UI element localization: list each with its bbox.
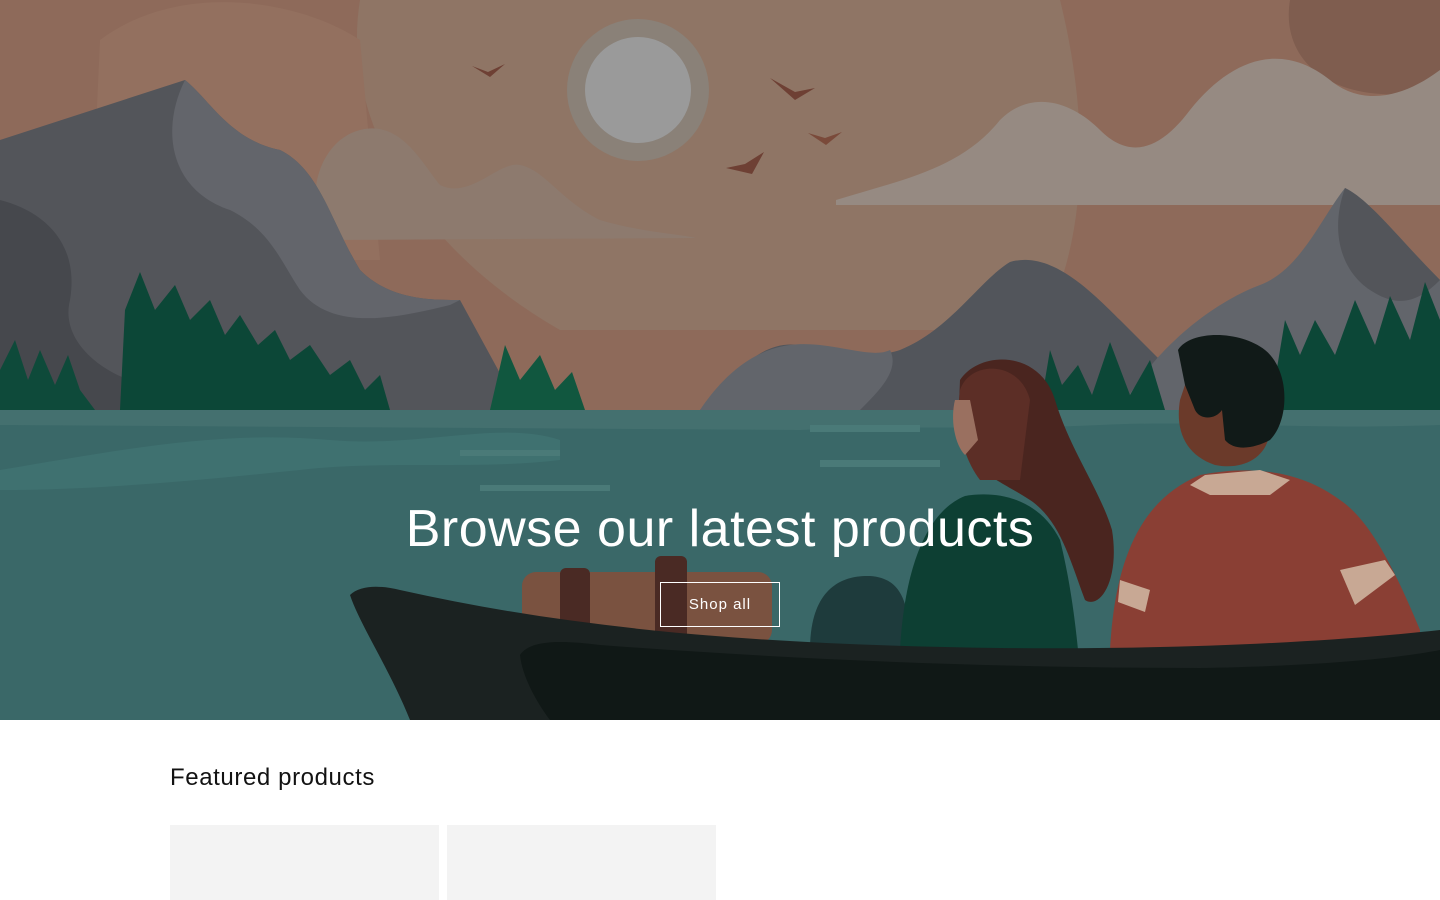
- product-card-placeholder[interactable]: [170, 825, 439, 900]
- hero-content: Browse our latest products Shop all: [0, 498, 1440, 627]
- shop-all-button[interactable]: Shop all: [660, 582, 780, 627]
- hero-heading: Browse our latest products: [405, 500, 1035, 558]
- featured-products-heading: Featured products: [170, 764, 375, 791]
- hero-banner: Browse our latest products Shop all: [0, 0, 1440, 720]
- product-card-placeholder[interactable]: [447, 825, 716, 900]
